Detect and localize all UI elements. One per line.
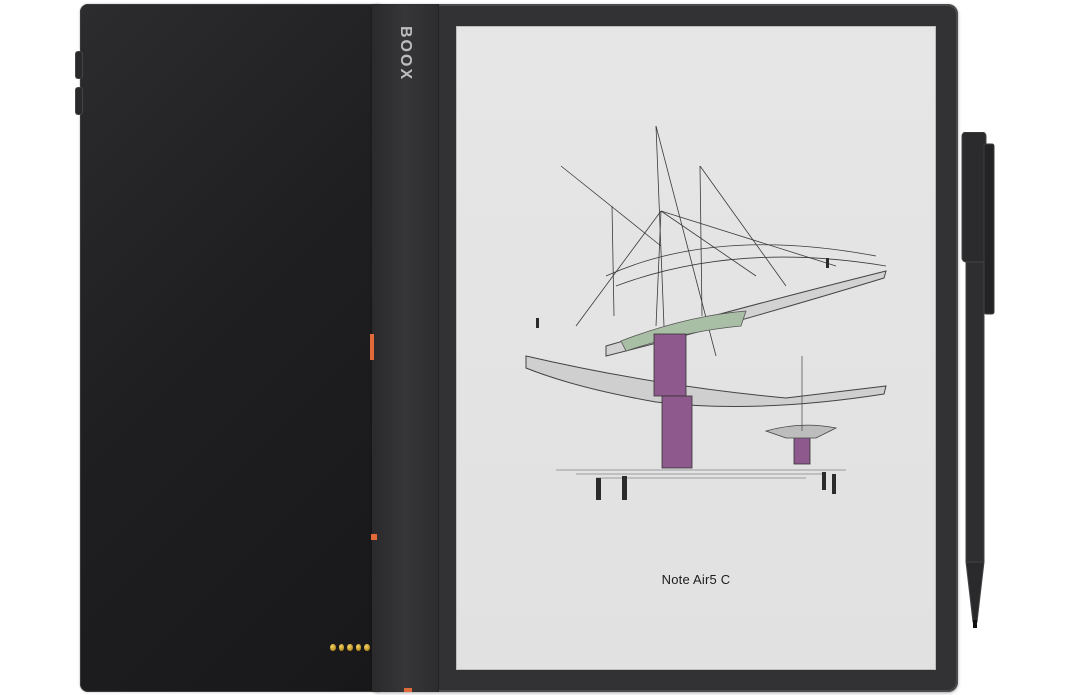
pogo-pin [364,643,370,651]
brand-logo: BOOX [397,26,414,82]
hinge-accent [370,334,374,360]
pogo-connector [330,640,370,654]
stylus-pen [961,132,995,628]
folio-cover [80,4,380,692]
ereader-device: BOOX Note Air5 C [370,4,958,692]
cover-button-top [76,52,82,78]
hinge-accent-dot [371,534,377,540]
cover-button-bottom [76,88,82,114]
pogo-pin [347,643,353,651]
product-photo: BOOX Note Air5 C [0,0,1073,695]
device-spine: BOOX [372,4,439,692]
eink-screen: Note Air5 C [456,26,936,670]
pogo-pin [330,643,336,651]
pogo-pin [338,643,345,651]
screen-caption: Note Air5 C [661,572,731,587]
bottom-accent [404,688,412,692]
pogo-pin [355,643,362,651]
